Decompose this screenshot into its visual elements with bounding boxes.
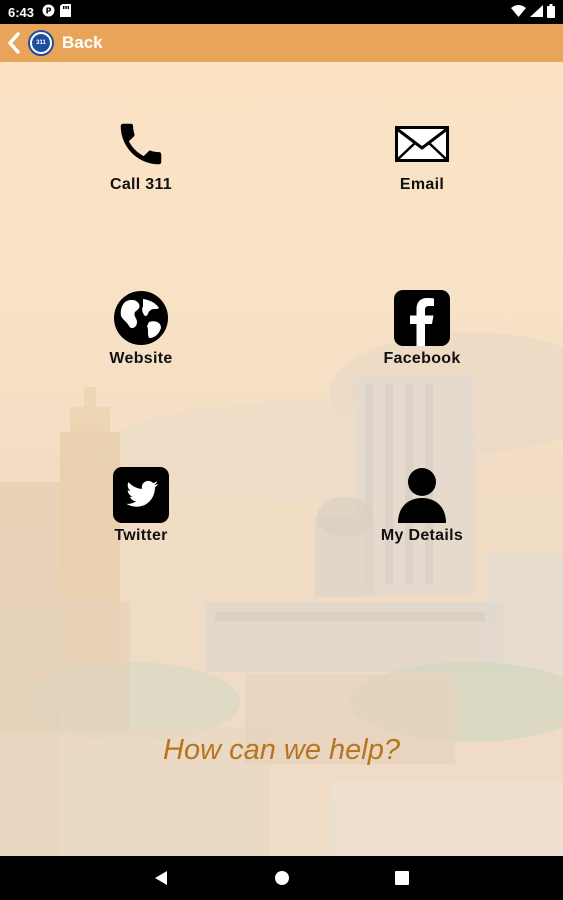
globe-icon — [111, 288, 171, 348]
svg-text:P: P — [46, 7, 52, 16]
tile-label: Facebook — [383, 350, 461, 367]
status-time: 6:43 — [8, 4, 35, 20]
wifi-icon — [511, 4, 526, 20]
tile-email[interactable]: Email — [352, 114, 492, 194]
back-button[interactable]: Back — [62, 33, 103, 53]
notification-app-icon: P — [42, 4, 55, 20]
facebook-icon — [392, 288, 452, 348]
app-bar: 311 Back — [0, 24, 563, 62]
twitter-icon — [111, 465, 171, 525]
tile-label: My Details — [380, 527, 464, 544]
tile-my-details[interactable]: My Details — [352, 465, 492, 545]
tile-website[interactable]: Website — [71, 288, 211, 368]
phone-icon — [111, 114, 171, 174]
signal-icon — [530, 4, 543, 20]
envelope-icon — [392, 114, 452, 174]
tile-label: Email — [399, 176, 445, 193]
back-triangle-icon[interactable] — [131, 856, 191, 900]
recents-square-icon[interactable] — [372, 856, 432, 900]
app-logo: 311 — [28, 30, 54, 56]
tile-twitter[interactable]: Twitter — [71, 465, 211, 545]
chevron-left-icon[interactable] — [4, 31, 24, 55]
tile-facebook[interactable]: Facebook — [352, 288, 492, 368]
home-circle-icon[interactable] — [252, 856, 312, 900]
sd-card-icon — [60, 4, 72, 20]
app-logo-text: 311 — [32, 34, 50, 52]
status-bar: 6:43 P — [0, 0, 563, 24]
tile-label: Twitter — [114, 527, 168, 544]
tile-label: Website — [109, 350, 173, 367]
main-content: Call 311 Email Website Facebook Twitter — [0, 62, 563, 856]
navigation-bar — [0, 856, 563, 900]
battery-icon — [547, 3, 555, 21]
tile-call-311[interactable]: Call 311 — [71, 114, 211, 194]
user-icon — [392, 465, 452, 525]
help-prompt: How can we help? — [163, 734, 400, 766]
tile-label: Call 311 — [109, 176, 172, 193]
